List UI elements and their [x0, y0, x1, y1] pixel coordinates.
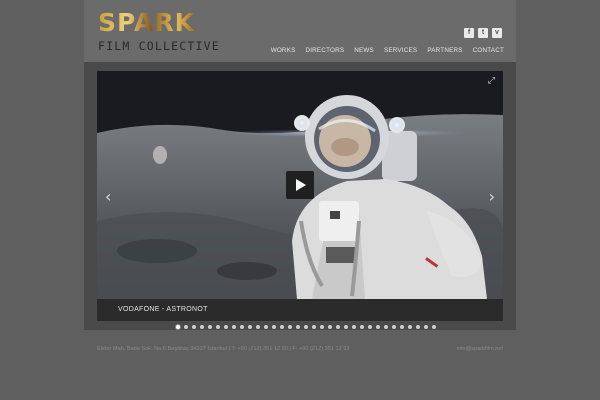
slider-dot[interactable]	[280, 325, 284, 329]
slider-dot[interactable]	[304, 325, 308, 329]
slider-dot[interactable]	[336, 325, 340, 329]
play-button[interactable]	[286, 171, 314, 199]
vimeo-icon[interactable]: v	[492, 28, 502, 38]
footer-email-link[interactable]: info@sparkfilm.net	[457, 346, 503, 352]
slider-dot[interactable]	[216, 325, 220, 329]
nav-item-directors[interactable]: DIRECTORS	[305, 47, 344, 54]
slider-dot[interactable]	[312, 325, 316, 329]
slider-dot[interactable]	[328, 325, 332, 329]
footer-address: Elider Mah. Bade Sok. No:6 Beşiktaş 3433…	[97, 346, 350, 352]
slider-dot[interactable]	[264, 325, 268, 329]
slider-dot[interactable]	[296, 325, 300, 329]
logo-tagline: FILM COLLECTIVE	[98, 39, 220, 53]
prev-slide-icon[interactable]: ‹	[105, 189, 111, 205]
slider-dot[interactable]	[368, 325, 372, 329]
main-nav: WORKS DIRECTORS NEWS SERVICES PARTNERS C…	[271, 47, 504, 54]
nav-item-contact[interactable]: CONTACT	[473, 47, 504, 54]
nav-item-partners[interactable]: PARTNERS	[427, 47, 462, 54]
facebook-icon[interactable]: f	[464, 28, 474, 38]
slider-dot[interactable]	[376, 325, 380, 329]
slider-dot[interactable]	[432, 325, 436, 329]
slider-dot[interactable]	[360, 325, 364, 329]
logo[interactable]: SPARK FILM COLLECTIVE	[98, 9, 224, 55]
fullscreen-icon[interactable]: ⤢	[488, 76, 495, 86]
next-slide-icon[interactable]: ›	[489, 189, 495, 205]
social-links: f t v	[464, 28, 502, 38]
nav-item-services[interactable]: SERVICES	[384, 47, 417, 54]
slider-dot[interactable]	[352, 325, 356, 329]
slider-dot[interactable]	[184, 325, 188, 329]
page-container: SPARK FILM COLLECTIVE f t v WORKS DIRECT…	[84, 0, 516, 330]
slider-dot[interactable]	[408, 325, 412, 329]
slider-dot[interactable]	[240, 325, 244, 329]
nav-item-works[interactable]: WORKS	[271, 47, 296, 54]
slider-dot[interactable]	[224, 325, 228, 329]
slider-dot[interactable]	[272, 325, 276, 329]
hero-slider[interactable]: ⤢ ‹ › VODAFONE - ASTRONOT	[97, 71, 503, 321]
slider-pagination	[176, 325, 436, 329]
logo-wordmark: SPARK	[98, 8, 196, 37]
slider-dot[interactable]	[192, 325, 196, 329]
slider-dot[interactable]	[208, 325, 212, 329]
slide-caption-bar: VODAFONE - ASTRONOT	[97, 299, 503, 321]
header: SPARK FILM COLLECTIVE f t v WORKS DIRECT…	[84, 0, 516, 62]
slider-dot[interactable]	[200, 325, 204, 329]
slide-caption: VODAFONE - ASTRONOT	[118, 306, 208, 313]
slider-dot[interactable]	[424, 325, 428, 329]
slider-dot[interactable]	[344, 325, 348, 329]
slider-dot[interactable]	[232, 325, 236, 329]
twitter-icon[interactable]: t	[478, 28, 488, 38]
slider-dot[interactable]	[392, 325, 396, 329]
slider-dot[interactable]	[320, 325, 324, 329]
slider-dot[interactable]	[416, 325, 420, 329]
slider-dot[interactable]	[256, 325, 260, 329]
nav-item-news[interactable]: NEWS	[354, 47, 374, 54]
slider-dot[interactable]	[384, 325, 388, 329]
slider-dot[interactable]	[400, 325, 404, 329]
slider-dot[interactable]	[288, 325, 292, 329]
slider-dot[interactable]	[248, 325, 252, 329]
slider-dot[interactable]	[176, 325, 180, 329]
